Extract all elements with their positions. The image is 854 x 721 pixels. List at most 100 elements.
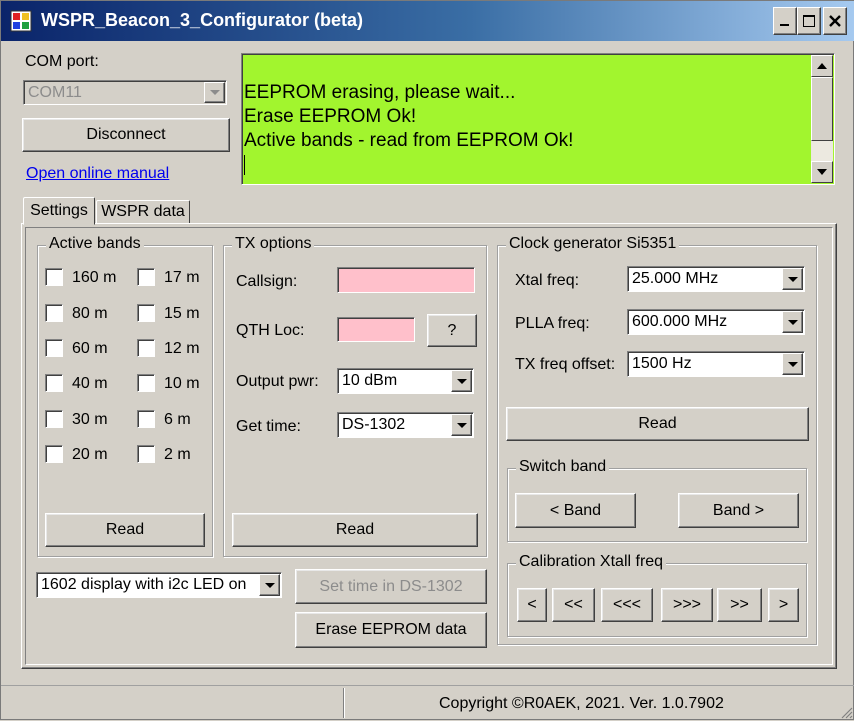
band-label: 80 m [72, 305, 108, 322]
prev-band-button[interactable]: < Band [515, 493, 636, 528]
switch-band-title: Switch band [516, 458, 610, 476]
scroll-up-button[interactable] [811, 55, 833, 77]
tab-wspr-data[interactable]: WSPR data [96, 200, 190, 224]
log-line: Erase EEPROM Ok! [244, 106, 417, 127]
qth-loc-input[interactable] [337, 317, 415, 342]
get-time-value: DS-1302 [342, 416, 406, 433]
log-lines: EEPROM erasing, please wait... Erase EEP… [244, 81, 573, 175]
set-time-button[interactable]: Set time in DS-1302 [295, 569, 487, 604]
calibration-step-up-large-button[interactable]: >>> [661, 588, 713, 622]
checkbox-30m[interactable] [45, 410, 63, 428]
band-label: 2 m [164, 446, 191, 463]
tx-options-title: TX options [232, 235, 315, 253]
band-label: 10 m [164, 375, 200, 392]
app-icon [10, 10, 32, 32]
chevron-down-icon [204, 82, 225, 103]
text-cursor [244, 155, 245, 175]
checkbox-12m[interactable] [137, 339, 155, 357]
plla-freq-label: PLLA freq: [515, 315, 590, 332]
checkbox-2m[interactable] [137, 445, 155, 463]
window-title: WSPR_Beacon_3_Configurator (beta) [41, 10, 364, 30]
get-time-select[interactable]: DS-1302 [337, 412, 474, 438]
callsign-input[interactable] [337, 267, 475, 293]
minimize-icon [780, 24, 789, 26]
checkbox-40m[interactable] [45, 374, 63, 392]
checkbox-17m[interactable] [137, 268, 155, 286]
band-label: 40 m [72, 375, 108, 392]
output-pwr-value: 10 dBm [342, 372, 398, 389]
chevron-down-icon [782, 268, 803, 290]
log-output[interactable]: EEPROM erasing, please wait... Erase EEP… [241, 53, 835, 185]
plla-freq-select[interactable]: 600.000 MHz [627, 309, 805, 335]
xtal-freq-label: Xtal freq: [515, 272, 580, 289]
qth-help-button[interactable]: ? [427, 314, 477, 347]
clock-generator-title: Clock generator Si5351 [506, 235, 680, 253]
calibration-title: Calibration Xtall freq [516, 553, 667, 571]
resize-grip-icon[interactable] [839, 705, 853, 719]
xtal-freq-value: 25.000 MHz [632, 270, 719, 287]
chevron-down-icon [817, 169, 827, 175]
calibration-step-up-medium-button[interactable]: >> [717, 588, 762, 622]
calibration-step-up-small-button[interactable]: > [768, 588, 799, 622]
calibration-step-down-medium-button[interactable]: << [552, 588, 595, 622]
band-label: 12 m [164, 340, 200, 357]
chevron-down-icon [782, 311, 803, 333]
close-button[interactable] [823, 7, 847, 35]
output-pwr-label: Output pwr: [236, 373, 319, 390]
band-label: 6 m [164, 411, 191, 428]
active-bands-title: Active bands [46, 235, 144, 253]
maximize-button[interactable] [797, 7, 821, 35]
band-label: 15 m [164, 305, 200, 322]
tab-settings[interactable]: Settings [23, 197, 95, 225]
checkbox-6m[interactable] [137, 410, 155, 428]
checkbox-160m[interactable] [45, 268, 63, 286]
chevron-down-icon [451, 370, 472, 392]
status-divider [343, 688, 345, 718]
tx-freq-offset-label: TX freq offset: [515, 356, 616, 373]
checkbox-10m[interactable] [137, 374, 155, 392]
log-line: Active bands - read from EEPROM Ok! [244, 130, 574, 151]
online-manual-link[interactable]: Open online manual [26, 165, 169, 183]
erase-eeprom-button[interactable]: Erase EEPROM data [295, 612, 487, 648]
chevron-down-icon [782, 353, 803, 375]
bands-read-button[interactable]: Read [45, 513, 205, 547]
calibration-step-down-small-button[interactable]: < [517, 588, 547, 622]
band-label: 30 m [72, 411, 108, 428]
qth-loc-label: QTH Loc: [236, 322, 305, 339]
scroll-thumb[interactable] [811, 77, 833, 141]
band-label: 60 m [72, 340, 108, 357]
band-label: 17 m [164, 269, 200, 286]
next-band-button[interactable]: Band > [678, 493, 799, 528]
calibration-step-down-large-button[interactable]: <<< [601, 588, 653, 622]
tx-freq-offset-value: 1500 Hz [632, 355, 692, 372]
band-label: 160 m [72, 269, 117, 286]
chevron-down-icon [451, 414, 472, 436]
band-label: 20 m [72, 446, 108, 463]
checkbox-20m[interactable] [45, 445, 63, 463]
minimize-button[interactable] [773, 7, 797, 35]
log-scrollbar[interactable] [811, 55, 833, 183]
com-port-value: COM11 [28, 83, 82, 101]
copyright-text: Copyright ©R0AEK, 2021. Ver. 1.0.7902 [439, 695, 724, 712]
tx-read-button[interactable]: Read [232, 513, 478, 547]
xtal-freq-select[interactable]: 25.000 MHz [627, 266, 805, 292]
output-pwr-select[interactable]: 10 dBm [337, 368, 474, 394]
checkbox-80m[interactable] [45, 304, 63, 322]
scroll-down-button[interactable] [811, 161, 833, 183]
close-icon [829, 15, 841, 27]
log-line: EEPROM erasing, please wait... [244, 82, 516, 103]
com-port-label: COM port: [25, 53, 99, 70]
clock-read-button[interactable]: Read [506, 407, 809, 441]
title-bar[interactable]: WSPR_Beacon_3_Configurator (beta) [1, 1, 854, 41]
com-port-select[interactable]: COM11 [23, 80, 227, 105]
get-time-label: Get time: [236, 418, 301, 435]
disconnect-button[interactable]: Disconnect [22, 118, 230, 152]
main-window: WSPR_Beacon_3_Configurator (beta) COM po… [0, 0, 854, 720]
checkbox-15m[interactable] [137, 304, 155, 322]
chevron-down-icon [259, 574, 280, 596]
chevron-up-icon [817, 63, 827, 69]
tx-freq-offset-select[interactable]: 1500 Hz [627, 351, 805, 377]
display-type-select[interactable]: 1602 display with i2c LED on [36, 572, 282, 598]
checkbox-60m[interactable] [45, 339, 63, 357]
status-bar: Copyright ©R0AEK, 2021. Ver. 1.0.7902 [1, 685, 854, 721]
